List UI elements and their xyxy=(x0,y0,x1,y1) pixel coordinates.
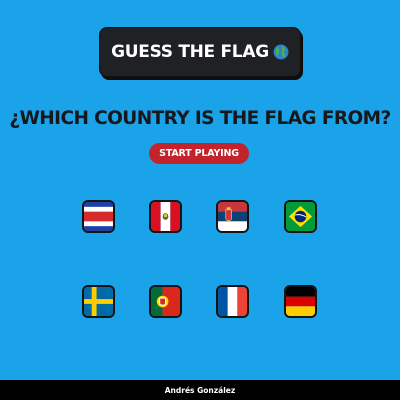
title-text: GUESS THE FLAG xyxy=(111,42,269,62)
portugal-flag-icon[interactable] xyxy=(149,285,182,318)
author-name: Andrés González xyxy=(164,385,236,395)
costa-rica-flag-icon[interactable] xyxy=(82,200,115,233)
title-button[interactable]: GUESS THE FLAG xyxy=(99,27,301,77)
question-heading: ¿WHICH COUNTRY IS THE FLAG FROM? xyxy=(9,108,391,129)
germany-flag-icon[interactable] xyxy=(284,285,317,318)
sweden-flag-icon[interactable] xyxy=(82,285,115,318)
peru-flag-icon[interactable] xyxy=(149,200,182,233)
brazil-flag-icon[interactable] xyxy=(284,200,317,233)
france-flag-icon[interactable] xyxy=(216,285,249,318)
start-playing-button[interactable]: START PLAYING xyxy=(149,143,249,164)
footer: Andrés González xyxy=(0,380,400,400)
globe-icon xyxy=(273,44,289,60)
serbia-flag-icon[interactable] xyxy=(216,200,249,233)
